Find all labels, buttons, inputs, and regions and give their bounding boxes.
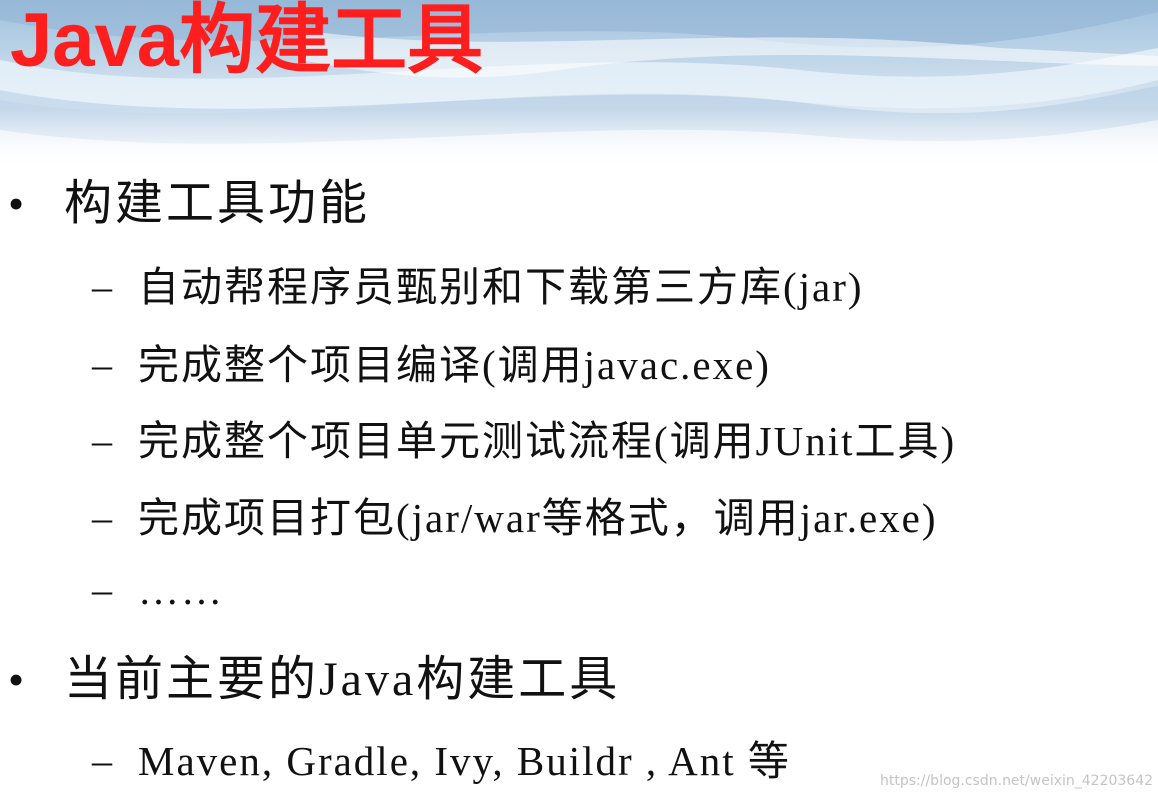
bullet-text: 构建工具功能 (64, 177, 371, 230)
bullet-marker: • (8, 178, 25, 229)
sub-item-text: …… (138, 567, 224, 613)
dash-marker: – (92, 738, 112, 783)
sub-item-text: 完成整个项目单元测试流程(调用JUnit工具) (138, 418, 957, 464)
dash-marker: – (92, 418, 112, 463)
bullet-text: 当前主要的Java构建工具 (64, 653, 621, 706)
bullet-marker: • (8, 654, 25, 705)
sub-item-text: 自动帮程序员甄别和下载第三方库(jar) (138, 264, 864, 310)
dash-marker: – (92, 342, 112, 387)
sub-item-text: 完成项目打包(jar/war等格式，调用jar.exe) (138, 495, 938, 541)
watermark-url: https://blog.csdn.net/weixin_42203642 (880, 773, 1154, 789)
sub-item-text: 完成整个项目编译(调用javac.exe) (138, 342, 771, 388)
dash-marker: – (92, 495, 112, 540)
slide-title: Java构建工具 (10, 0, 484, 83)
sub-item-text: Maven, Gradle, Ivy, Buildr , Ant 等 (138, 738, 791, 784)
slide: Java构建工具 • 构建工具功能 – 自动帮程序员甄别和下载第三方库(jar)… (0, 0, 1158, 801)
dash-marker: – (92, 567, 112, 612)
dash-marker: – (92, 264, 112, 309)
